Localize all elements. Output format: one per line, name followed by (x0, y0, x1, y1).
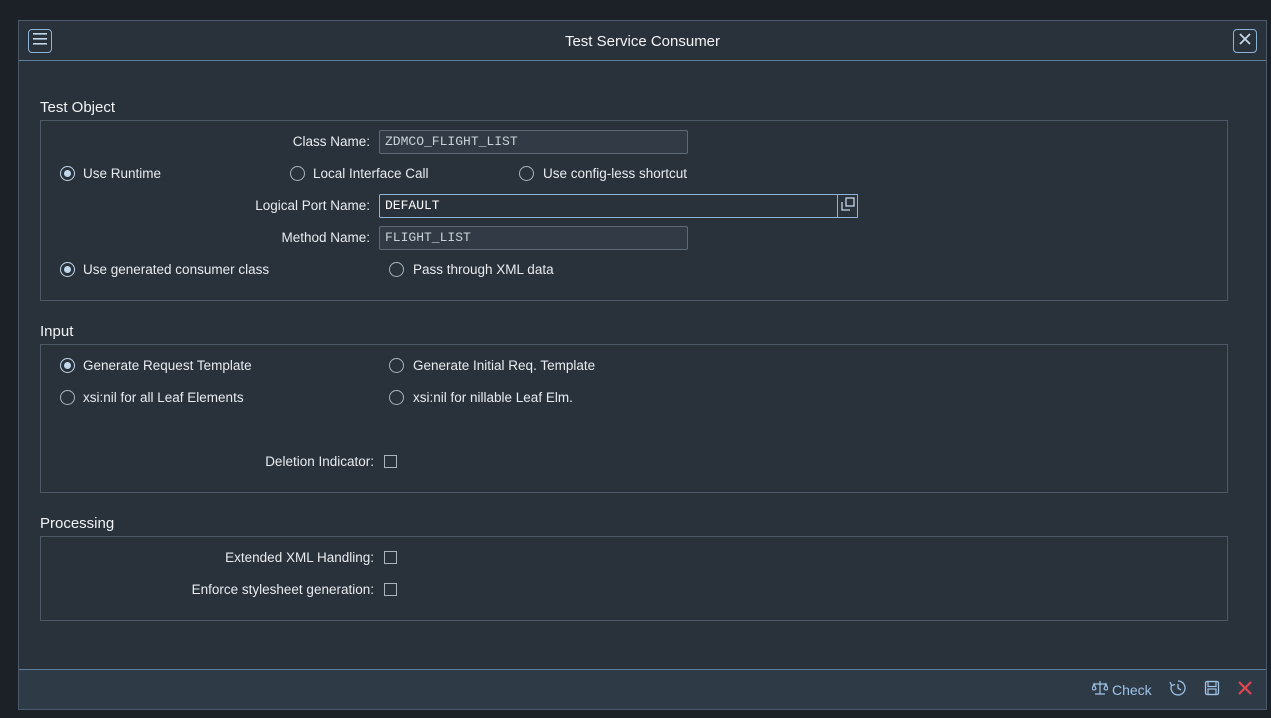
dialog-title: Test Service Consumer (564, 33, 721, 50)
section-title-processing: Processing (40, 515, 115, 532)
enforce-stylesheet-label: Enforce stylesheet generation: (191, 582, 374, 597)
generate-request-template-label: Generate Request Template (83, 358, 252, 373)
close-icon (1239, 32, 1251, 50)
section-title-test-object: Test Object (40, 99, 116, 116)
check-button[interactable]: Check (1091, 680, 1152, 701)
logical-port-label: Logical Port Name: (255, 198, 370, 213)
section-title-input: Input (40, 323, 74, 340)
xsi-nil-nillable-label: xsi:nil for nillable Leaf Elm. (413, 390, 573, 405)
test-service-consumer-dialog: Test Service Consumer Test Object Class … (18, 20, 1267, 710)
extended-xml-checkbox[interactable] (384, 551, 397, 564)
generate-request-template-radio[interactable] (60, 358, 75, 373)
extended-xml-label: Extended XML Handling: (225, 550, 374, 565)
pass-through-xml-label: Pass through XML data (413, 262, 554, 277)
pass-through-xml-radio[interactable] (389, 262, 404, 277)
xsi-nil-nillable-radio[interactable] (389, 390, 404, 405)
close-dialog-button[interactable] (1233, 29, 1257, 53)
xsi-nil-all-radio[interactable] (60, 390, 75, 405)
config-less-shortcut-label: Use config-less shortcut (543, 166, 688, 181)
check-button-label: Check (1112, 682, 1152, 698)
config-less-shortcut-radio[interactable] (519, 166, 534, 181)
use-runtime-label: Use Runtime (83, 166, 162, 181)
class-name-field[interactable]: ZDMCO_FLIGHT_LIST (379, 130, 688, 154)
enforce-stylesheet-checkbox[interactable] (384, 583, 397, 596)
local-interface-call-radio[interactable] (290, 166, 305, 181)
dialog-footer: Check (19, 669, 1266, 709)
use-generated-consumer-class-label: Use generated consumer class (83, 262, 270, 277)
value-help-icon (840, 196, 855, 216)
history-button[interactable] (1169, 679, 1187, 702)
dialog-titlebar: Test Service Consumer (19, 21, 1266, 61)
use-generated-consumer-class-radio[interactable] (60, 262, 75, 277)
use-runtime-radio[interactable] (60, 166, 75, 181)
history-icon (1169, 679, 1187, 702)
processing-group (40, 536, 1228, 621)
deletion-indicator-checkbox[interactable] (384, 455, 397, 468)
method-name-label: Method Name: (281, 230, 370, 245)
class-name-label: Class Name: (292, 134, 370, 149)
logical-port-field[interactable]: DEFAULT (379, 194, 839, 218)
generate-initial-template-radio[interactable] (389, 358, 404, 373)
generate-initial-template-label: Generate Initial Req. Template (413, 358, 596, 373)
balance-scale-icon (1091, 680, 1109, 701)
local-interface-call-label: Local Interface Call (313, 166, 429, 181)
save-button[interactable] (1204, 680, 1220, 700)
cancel-button[interactable] (1238, 680, 1252, 700)
value-help-button[interactable] (837, 194, 858, 218)
deletion-indicator-label: Deletion Indicator: (265, 454, 374, 469)
method-name-field[interactable]: FLIGHT_LIST (379, 226, 688, 250)
xsi-nil-all-label: xsi:nil for all Leaf Elements (83, 390, 244, 405)
save-icon (1204, 680, 1220, 701)
cancel-x-icon (1238, 680, 1252, 700)
